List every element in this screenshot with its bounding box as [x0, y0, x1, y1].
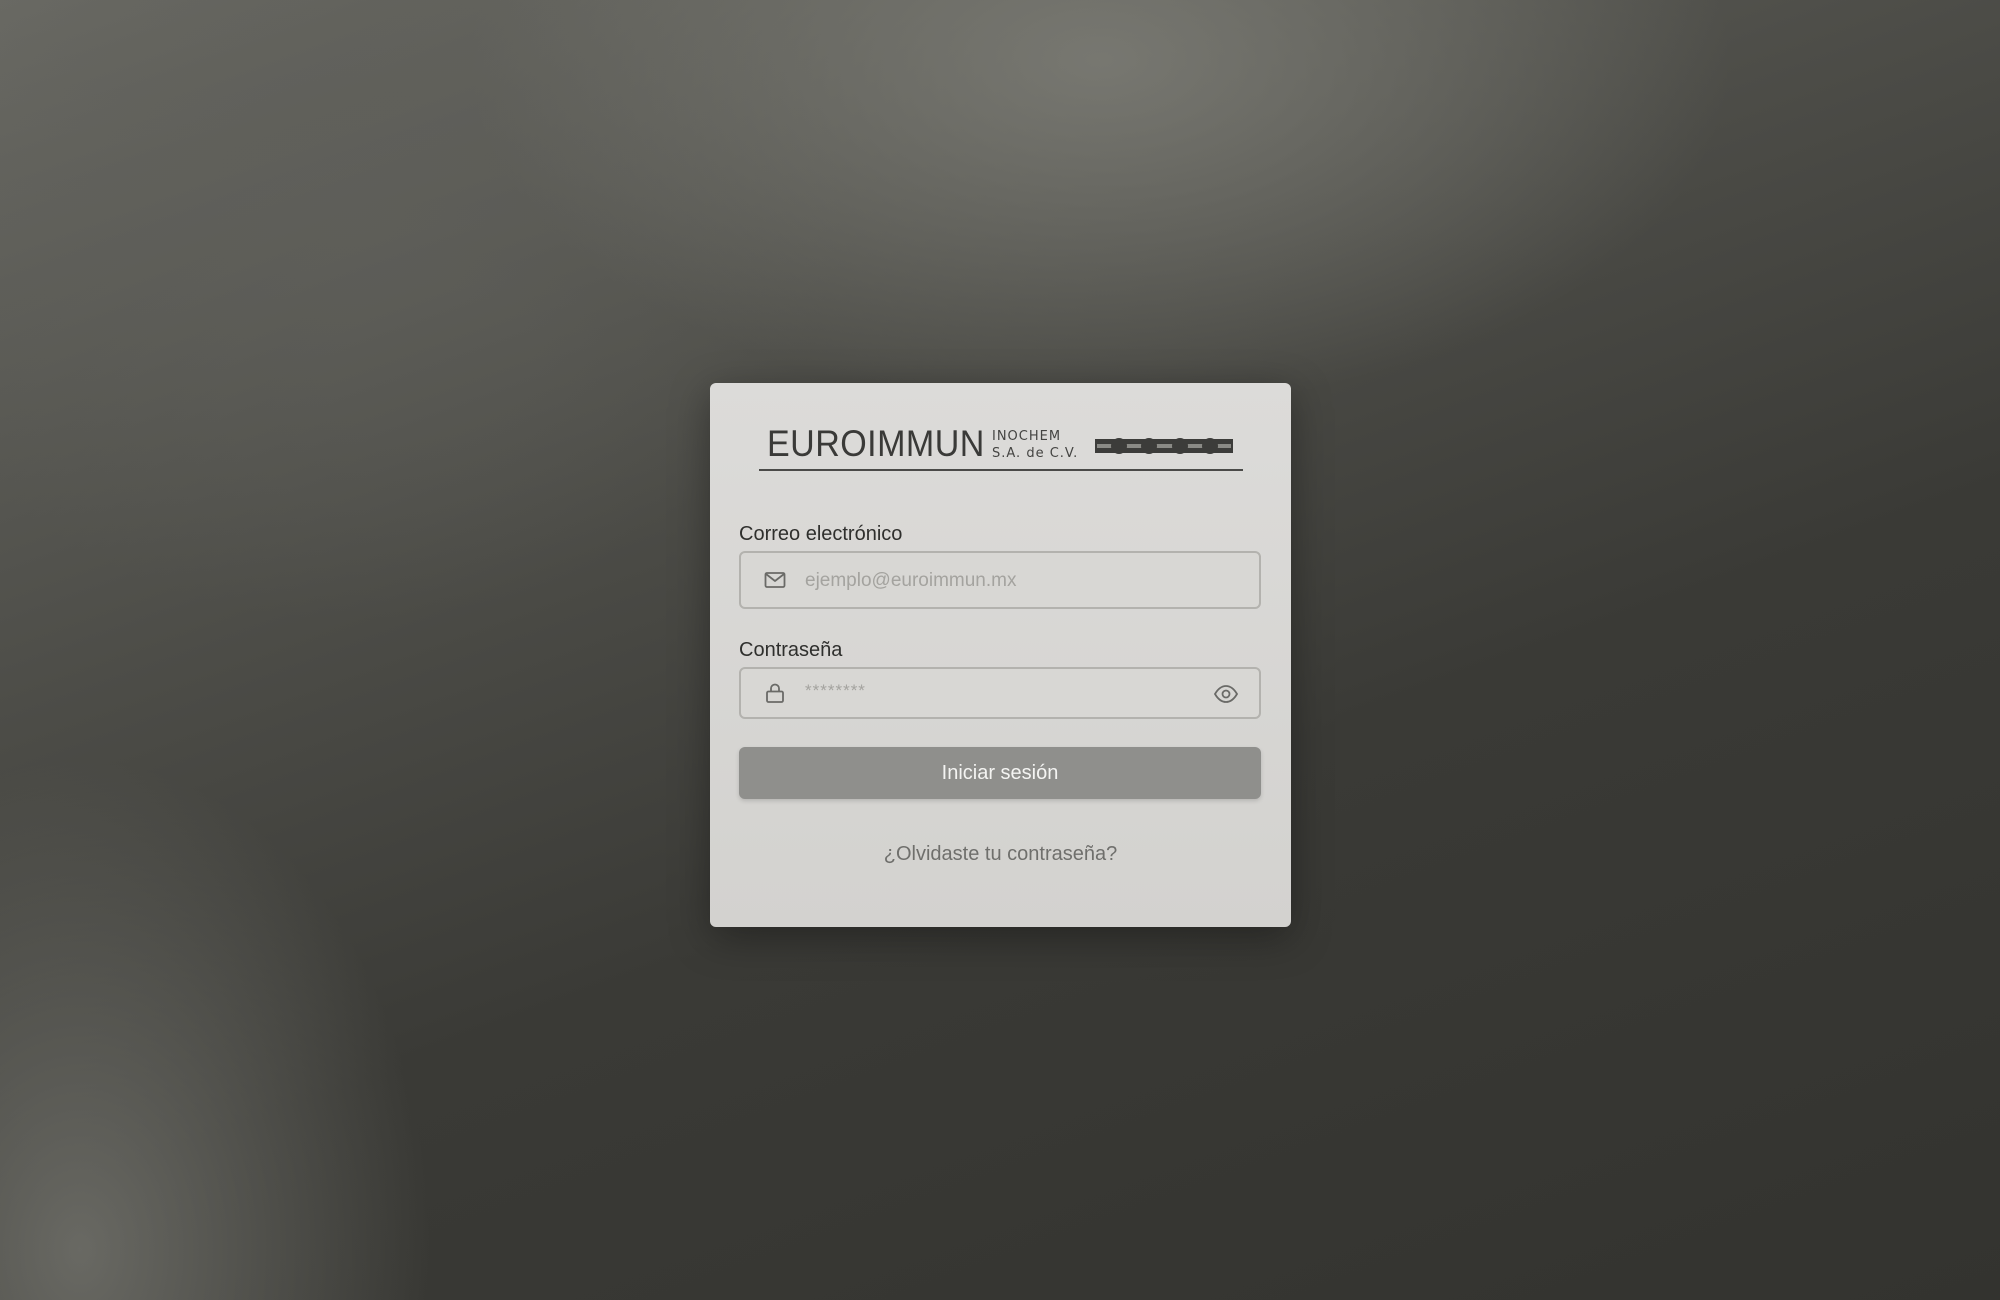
logo-subtitle-line2: S.A. de C.V.: [992, 446, 1079, 461]
password-field[interactable]: ********: [739, 667, 1261, 719]
login-button[interactable]: Iniciar sesión: [739, 747, 1261, 799]
lock-icon: [766, 683, 784, 703]
logo-subtitle-line1: INOCHEM: [992, 429, 1062, 444]
password-label: Contraseña: [739, 639, 843, 661]
eye-icon[interactable]: [1213, 681, 1239, 707]
logo-subtitle: INOCHEM S.A. de C.V.: [992, 428, 1078, 462]
company-logo: EUROIMMUN INOCHEM S.A. de C.V.: [759, 423, 1243, 473]
email-field[interactable]: ejemplo@euroimmun.mx: [739, 551, 1261, 609]
forgot-password-link[interactable]: ¿Olvidaste tu contraseña?: [710, 843, 1291, 866]
password-placeholder: ********: [805, 681, 866, 700]
email-label: Correo electrónico: [739, 523, 903, 545]
mail-icon: [764, 572, 786, 588]
logo-underline: [759, 469, 1243, 471]
email-placeholder: ejemplo@euroimmun.mx: [805, 570, 1017, 591]
logo-wordmark: EUROIMMUN: [767, 423, 985, 464]
login-card: EUROIMMUN INOCHEM S.A. de C.V. Correo el…: [710, 383, 1291, 927]
logo-dots-bar-icon: [1095, 438, 1233, 454]
